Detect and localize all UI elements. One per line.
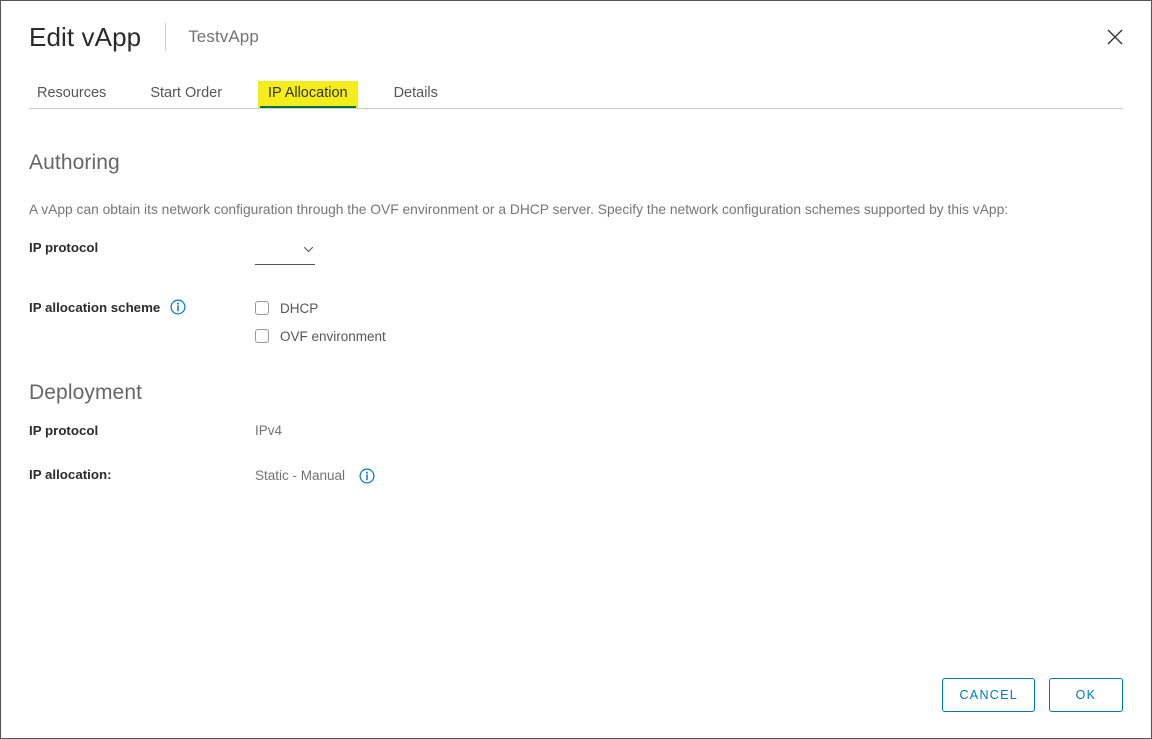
title-divider <box>165 23 167 51</box>
tab-bar: Resources Start Order IP Allocation Deta… <box>1 73 1151 109</box>
label-text: IP protocol <box>29 423 99 439</box>
tab-start-order[interactable]: Start Order <box>142 84 230 110</box>
ip-protocol-select[interactable] <box>255 241 315 266</box>
checkbox-box[interactable] <box>255 329 269 344</box>
tab-label: IP Allocation <box>268 84 348 101</box>
label-text: IP allocation: <box>29 466 112 482</box>
deployment-ip-protocol-value: IPv4 <box>255 423 283 439</box>
tab-label: Resources <box>37 84 107 101</box>
dialog-subtitle: TestvApp <box>188 27 259 46</box>
label-text: IP protocol <box>29 240 99 256</box>
dialog-footer: CANCEL OK <box>1 652 1151 738</box>
checkbox-label: DHCP <box>280 300 319 316</box>
deployment-ip-protocol-label: IP protocol <box>29 423 255 439</box>
ok-button[interactable]: OK <box>1049 678 1123 712</box>
ip-allocation-scheme-row: IP allocation scheme DHCP OVF environmen… <box>29 299 1123 345</box>
checkbox-ovf-environment[interactable]: OVF environment <box>255 327 386 345</box>
tab-resources[interactable]: Resources <box>29 84 114 110</box>
tab-label: Start Order <box>150 84 223 101</box>
info-circle-icon[interactable] <box>170 299 186 315</box>
authoring-ip-protocol-label: IP protocol <box>29 240 255 256</box>
checkbox-box[interactable] <box>255 301 269 316</box>
deployment-ip-allocation-label: IP allocation: <box>29 466 255 482</box>
info-circle-icon[interactable] <box>359 468 375 484</box>
page-title: Edit vApp <box>29 22 142 52</box>
deployment-ip-allocation-value: Static - Manual <box>255 468 346 484</box>
authoring-section-heading: Authoring <box>29 151 120 174</box>
deployment-ip-protocol-row: IP protocol IPv4 <box>29 424 1123 438</box>
authoring-ip-protocol-row: IP protocol <box>29 241 1123 267</box>
close-button[interactable] <box>1099 21 1131 53</box>
tab-details[interactable]: Details <box>386 84 446 110</box>
authoring-description: A vApp can obtain its network configurat… <box>29 202 1009 217</box>
deployment-ip-allocation-value-wrap: Static - Manual <box>255 468 375 484</box>
cancel-button[interactable]: CANCEL <box>942 678 1035 712</box>
checkbox-dhcp[interactable]: DHCP <box>255 299 386 317</box>
ip-allocation-scheme-options: DHCP OVF environment <box>255 299 386 345</box>
select-underline <box>255 263 315 266</box>
tab-ip-allocation[interactable]: IP Allocation <box>258 80 358 109</box>
deployment-section-heading: Deployment <box>29 381 143 405</box>
close-icon <box>1105 27 1125 47</box>
chevron-down-icon <box>302 243 315 261</box>
tab-label: Details <box>393 84 438 101</box>
label-text: IP allocation scheme <box>29 299 161 315</box>
deployment-ip-allocation-row: IP allocation: Static - Manual <box>29 468 1123 484</box>
ip-allocation-scheme-label: IP allocation scheme <box>29 299 255 315</box>
checkbox-label: OVF environment <box>280 328 386 344</box>
dialog-header: Edit vApp TestvApp <box>1 1 1151 73</box>
dialog-body: Authoring A vApp can obtain its network … <box>1 109 1151 652</box>
edit-vapp-dialog: Edit vApp TestvApp Resources Start Order… <box>0 0 1152 739</box>
